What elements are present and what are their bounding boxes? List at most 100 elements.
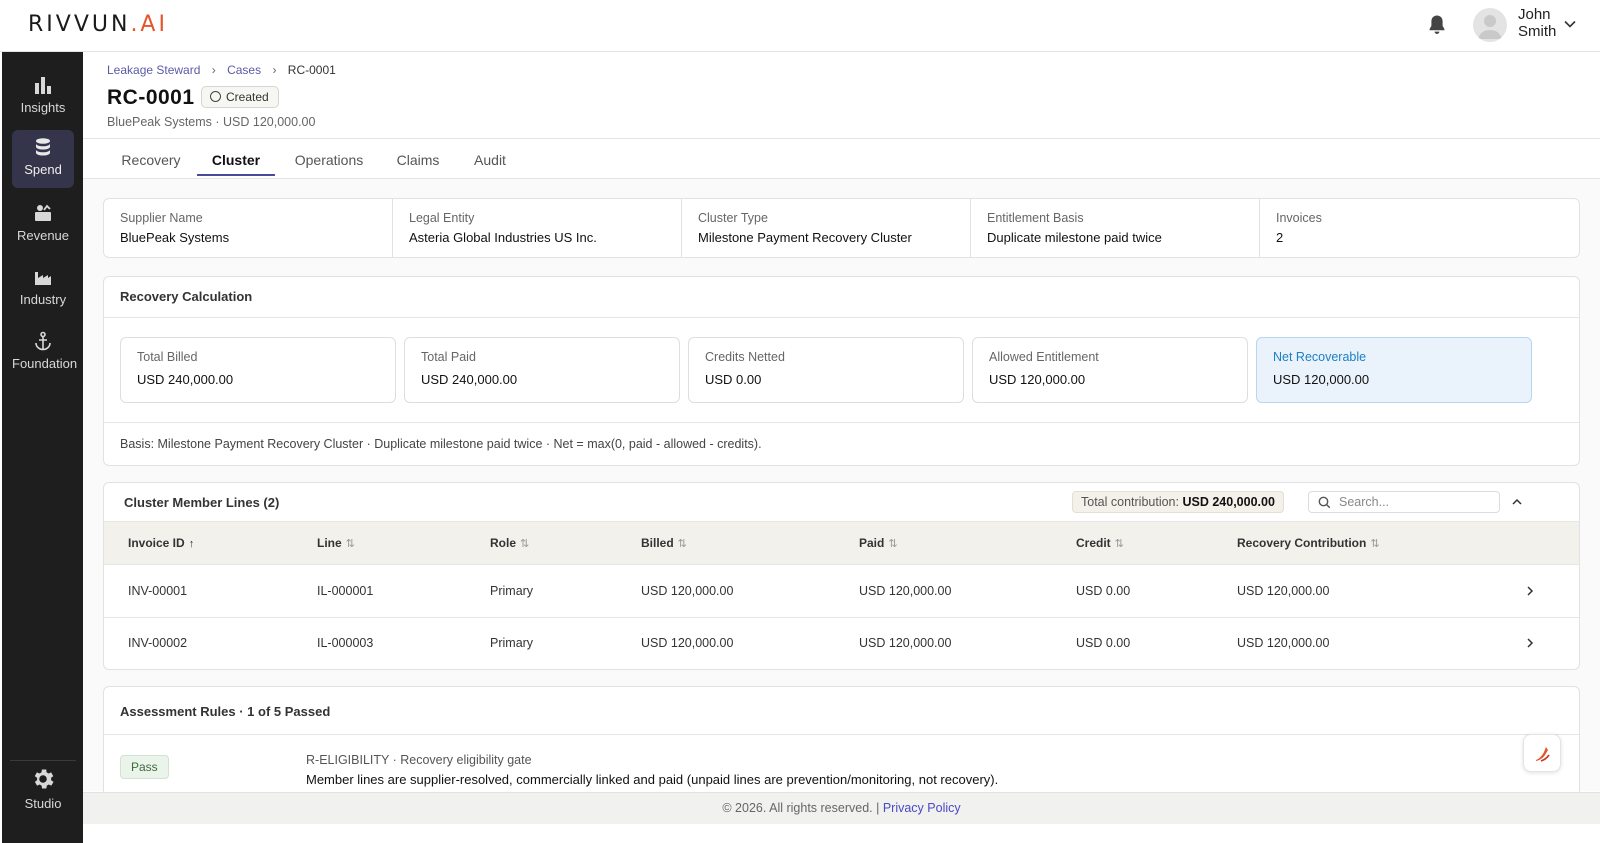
page-footer: © 2026. All rights reserved. | Privacy P… <box>83 792 1600 824</box>
metric-total-paid: Total Paid USD 240,000.00 <box>404 337 680 403</box>
metric-credits-netted: Credits Netted USD 0.00 <box>688 337 964 403</box>
total-contribution-badge: Total contribution: USD 240,000.00 <box>1072 491 1284 513</box>
chevron-right-icon[interactable] <box>1524 637 1536 649</box>
search-input[interactable] <box>1339 494 1489 510</box>
chevron-right-icon[interactable] <box>1524 585 1536 597</box>
tab-claims[interactable]: Claims <box>395 152 441 176</box>
main-content: Leakage Steward › Cases › RC-0001 RC-000… <box>83 52 1600 843</box>
column-invoice-id[interactable]: Invoice ID ↑ <box>128 536 194 550</box>
cluster-summary: Supplier Name BluePeak Systems Legal Enti… <box>103 198 1580 258</box>
card-title: Cluster Member Lines (2) <box>124 495 280 510</box>
sidebar-item-spend[interactable]: Spend <box>12 130 74 188</box>
table-header: Invoice ID ↑ Line ⇅ Role ⇅ Billed ⇅ Paid ⇅ Cr… <box>104 521 1579 565</box>
sidebar-item-industry[interactable]: Industry <box>12 260 74 318</box>
tab-audit[interactable]: Audit <box>471 152 509 176</box>
sort-icon: ⇅ <box>888 538 898 550</box>
bar-chart-icon <box>35 77 51 94</box>
card-title: Recovery Calculation <box>120 289 253 304</box>
search-field[interactable] <box>1308 491 1500 513</box>
cell-recovery-contribution: USD 120,000.00 <box>1237 636 1330 650</box>
summary-invoices: Invoices 2 <box>1276 211 1322 245</box>
factory-icon <box>35 272 51 285</box>
anchor-icon <box>35 331 51 351</box>
tab-recovery[interactable]: Recovery <box>121 152 181 176</box>
column-billed[interactable]: Billed ⇅ <box>641 536 687 550</box>
cell-line: IL-000001 <box>317 584 374 598</box>
breadcrumb-cases[interactable]: Cases <box>227 63 261 77</box>
tab-operations[interactable]: Operations <box>291 152 367 176</box>
metric-total-billed: Total Billed USD 240,000.00 <box>120 337 396 403</box>
metric-net-recoverable: Net Recoverable USD 120,000.00 <box>1256 337 1532 403</box>
summary-supplier: Supplier Name BluePeak Systems <box>104 199 393 257</box>
column-credit[interactable]: Credit ⇅ <box>1076 536 1124 550</box>
sidebar-item-revenue[interactable]: Revenue <box>12 196 74 254</box>
sidebar-item-insights[interactable]: Insights <box>12 68 74 126</box>
cell-credit: USD 0.00 <box>1076 584 1131 598</box>
brand-logo[interactable]: RIVVUN.AI <box>28 12 168 37</box>
calculation-basis: Basis: Milestone Payment Recovery Cluste… <box>120 437 762 451</box>
cell-billed: USD 120,000.00 <box>641 636 734 650</box>
gear-icon <box>34 769 54 789</box>
sidebar-item-label: Insights <box>20 100 66 115</box>
assistant-icon <box>1536 747 1550 762</box>
app-window: RIVVUN.AI John Smith Insights Spend Reven… <box>0 0 1600 843</box>
search-icon <box>1318 496 1331 509</box>
sort-icon: ⇅ <box>520 538 530 550</box>
chevron-right-icon: › <box>272 62 277 77</box>
case-subtitle: BluePeak Systems · USD 120,000.00 <box>107 115 316 129</box>
user-name[interactable]: John Smith <box>1518 6 1556 40</box>
column-role[interactable]: Role ⇅ <box>490 536 529 550</box>
rule-description: Member lines are supplier-resolved, comm… <box>306 772 999 787</box>
breadcrumb: Leakage Steward › Cases › RC-0001 <box>107 62 336 77</box>
column-recovery-contribution[interactable]: Recovery Contribution ⇅ <box>1237 536 1380 550</box>
summary-legal-entity: Legal Entity Asteria Global Industries US… <box>393 199 682 257</box>
cell-line: IL-000003 <box>317 636 374 650</box>
assistant-button[interactable] <box>1523 734 1561 772</box>
table-row[interactable]: INV-00002 IL-000003 Primary USD 120,000.… <box>104 618 1579 669</box>
table-row[interactable]: INV-00001 IL-000001 Primary USD 120,000.… <box>104 566 1579 618</box>
sort-ascending-icon: ↑ <box>188 538 195 550</box>
column-line[interactable]: Line ⇅ <box>317 536 355 550</box>
chevron-right-icon: › <box>211 62 216 77</box>
recovery-calculation-card: Recovery Calculation Total Billed USD 240… <box>103 276 1580 466</box>
sidebar-item-label: Industry <box>19 292 67 307</box>
status-badge: Created <box>201 86 279 108</box>
sidebar-item-label: Studio <box>24 796 62 811</box>
breadcrumb-current: RC-0001 <box>287 62 336 77</box>
cell-paid: USD 120,000.00 <box>859 636 952 650</box>
rule-status-badge: Pass <box>120 755 169 779</box>
cell-billed: USD 120,000.00 <box>641 584 734 598</box>
circle-icon <box>210 91 221 102</box>
chevron-up-icon[interactable] <box>1510 495 1524 509</box>
notification-bell-icon[interactable] <box>1425 13 1449 37</box>
cell-paid: USD 120,000.00 <box>859 584 952 598</box>
sort-icon: ⇅ <box>1370 538 1380 550</box>
sidebar-item-studio[interactable]: Studio <box>12 760 74 818</box>
cell-role: Primary <box>490 584 534 598</box>
chevron-down-icon[interactable] <box>1563 17 1577 31</box>
sidebar-item-label: Spend <box>24 162 62 177</box>
divider <box>83 138 1600 139</box>
sort-icon: ⇅ <box>677 538 687 550</box>
cell-invoice-id: INV-00001 <box>128 584 188 598</box>
breadcrumb-leakage-steward[interactable]: Leakage Steward <box>107 63 200 77</box>
tab-cluster[interactable]: Cluster <box>197 152 275 176</box>
sidebar-item-label: Revenue <box>16 228 70 243</box>
sidebar-item-label: Foundation <box>12 356 78 371</box>
rule-code: R-ELIGIBILITY · Recovery eligibility gat… <box>306 753 532 767</box>
sidebar-item-foundation[interactable]: Foundation <box>12 324 78 382</box>
privacy-policy-link[interactable]: Privacy Policy <box>883 801 961 815</box>
revenue-icon <box>35 204 51 221</box>
sidebar: Insights Spend Revenue Industry Foundati… <box>0 52 83 843</box>
sort-icon: ⇅ <box>345 538 355 550</box>
column-paid[interactable]: Paid ⇅ <box>859 536 898 550</box>
cell-invoice-id: INV-00002 <box>128 636 188 650</box>
copyright-text: © 2026. All rights reserved. | <box>722 801 880 815</box>
cell-recovery-contribution: USD 120,000.00 <box>1237 584 1330 598</box>
card-title: Assessment Rules · 1 of 5 Passed <box>120 704 331 719</box>
avatar[interactable] <box>1473 8 1507 42</box>
page-title: RC-0001 <box>107 86 195 109</box>
cell-credit: USD 0.00 <box>1076 636 1131 650</box>
summary-cluster-type: Cluster Type Milestone Payment Recovery C… <box>682 199 971 257</box>
metric-allowed-entitlement: Allowed Entitlement USD 120,000.00 <box>972 337 1248 403</box>
